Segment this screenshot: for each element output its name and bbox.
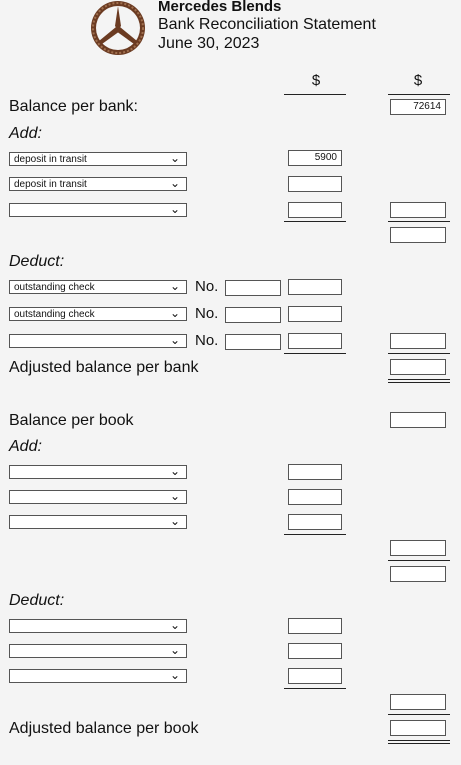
adjusted-balance-bank-input[interactable] (390, 359, 446, 375)
book-add-subtotal[interactable] (390, 540, 446, 556)
bank-add-amount-1[interactable]: 5900 (288, 150, 342, 166)
bank-deduct-select-3[interactable]: ⌄ (9, 333, 187, 348)
book-deduct-rule (284, 688, 346, 689)
balance-per-book-input[interactable] (390, 412, 446, 428)
book-deduct-select-2[interactable]: ⌄ (9, 643, 187, 658)
bank-add-select-2[interactable]: deposit in transit ⌄ (9, 176, 187, 191)
book-add-amount-2[interactable] (288, 489, 342, 505)
book-add-amount-3[interactable] (288, 514, 342, 530)
chevron-down-icon: ⌄ (169, 306, 180, 320)
column2-currency: $ (413, 72, 423, 89)
book-deduct-label: Deduct: (9, 592, 65, 609)
adjusted-book-double-rule (388, 740, 450, 744)
bank-deduct-label: Deduct: (9, 253, 65, 270)
chevron-down-icon: ⌄ (169, 489, 180, 503)
adjusted-bank-double-rule (388, 379, 450, 383)
bank-add-total[interactable] (390, 227, 446, 243)
bank-deduct-rule (284, 353, 346, 354)
bank-add-amount-2[interactable] (288, 176, 342, 192)
book-deduct-total-rule (388, 714, 450, 715)
book-add-total-rule (388, 560, 450, 561)
select-value: deposit in transit (14, 179, 87, 190)
balance-per-bank-input[interactable]: 72614 (390, 99, 446, 115)
chevron-down-icon: ⌄ (169, 464, 180, 478)
check-number-label: No. (195, 278, 219, 295)
book-add-select-1[interactable]: ⌄ (9, 464, 187, 479)
chevron-down-icon: ⌄ (169, 176, 180, 190)
bank-deduct-amount-3[interactable] (288, 333, 342, 349)
column2-header-rule (388, 94, 450, 95)
chevron-down-icon: ⌄ (169, 202, 180, 216)
check-number-label: No. (195, 305, 219, 322)
bank-deduct-select-2[interactable]: outstanding check ⌄ (9, 306, 187, 321)
bank-deduct-amount-2[interactable] (288, 306, 342, 322)
column1-currency: $ (311, 72, 321, 89)
book-add-select-2[interactable]: ⌄ (9, 489, 187, 504)
adjusted-balance-bank-label: Adjusted balance per bank (9, 359, 199, 376)
bank-add-subtotal[interactable] (390, 202, 446, 218)
book-add-rule (284, 534, 346, 535)
bank-deduct-total-rule (388, 353, 450, 354)
book-deduct-select-1[interactable]: ⌄ (9, 618, 187, 633)
bank-deduct-number-2[interactable] (225, 307, 281, 323)
select-value: deposit in transit (14, 154, 87, 165)
bank-add-amount-3[interactable] (288, 202, 342, 218)
balance-per-bank-label: Balance per bank: (9, 98, 138, 115)
chevron-down-icon: ⌄ (169, 279, 180, 293)
bank-add-select-1[interactable]: deposit in transit ⌄ (9, 151, 187, 166)
book-add-label: Add: (9, 438, 42, 455)
bank-deduct-total[interactable] (390, 333, 446, 349)
book-deduct-amount-3[interactable] (288, 668, 342, 684)
book-add-total[interactable] (390, 566, 446, 582)
bank-deduct-number-1[interactable] (225, 280, 281, 296)
check-number-label: No. (195, 332, 219, 349)
bank-add-label: Add: (9, 125, 42, 142)
book-add-select-3[interactable]: ⌄ (9, 514, 187, 529)
statement-date: June 30, 2023 (158, 35, 260, 52)
bank-add-total-rule (388, 221, 450, 222)
adjusted-balance-book-label: Adjusted balance per book (9, 720, 199, 737)
chevron-down-icon: ⌄ (169, 618, 180, 632)
bank-deduct-amount-1[interactable] (288, 279, 342, 295)
chevron-down-icon: ⌄ (169, 668, 180, 682)
chevron-down-icon: ⌄ (169, 333, 180, 347)
balance-per-book-label: Balance per book (9, 412, 134, 429)
bank-add-select-3[interactable]: ⌄ (9, 202, 187, 217)
chevron-down-icon: ⌄ (169, 514, 180, 528)
select-value: outstanding check (14, 282, 95, 293)
bank-deduct-select-1[interactable]: outstanding check ⌄ (9, 279, 187, 294)
adjusted-balance-book-input[interactable] (390, 720, 446, 736)
bank-add-rule (284, 221, 346, 222)
book-add-amount-1[interactable] (288, 464, 342, 480)
company-name: Mercedes Blends (158, 0, 282, 15)
book-deduct-amount-2[interactable] (288, 643, 342, 659)
select-value: outstanding check (14, 309, 95, 320)
book-deduct-select-3[interactable]: ⌄ (9, 668, 187, 683)
book-deduct-total[interactable] (390, 694, 446, 710)
bank-deduct-number-3[interactable] (225, 334, 281, 350)
chevron-down-icon: ⌄ (169, 151, 180, 165)
book-deduct-amount-1[interactable] (288, 618, 342, 634)
company-logo (91, 1, 145, 55)
column1-header-rule (284, 94, 346, 95)
statement-title: Bank Reconciliation Statement (158, 16, 376, 33)
chevron-down-icon: ⌄ (169, 643, 180, 657)
